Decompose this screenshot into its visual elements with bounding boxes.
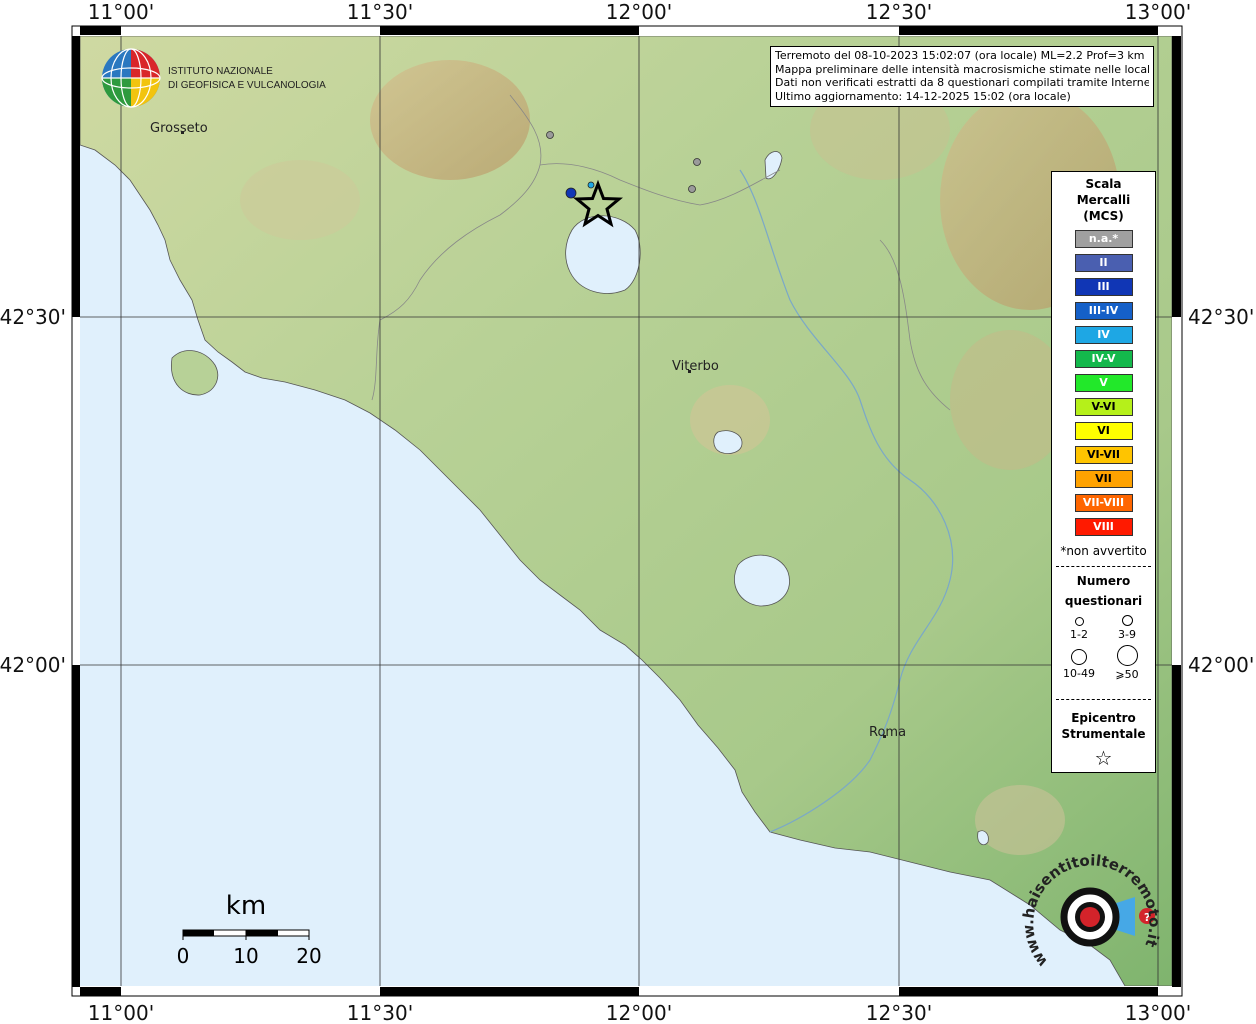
size-circle-icon <box>1121 615 1133 626</box>
institute-name-line1: ISTITUTO NAZIONALE <box>168 66 273 77</box>
intensity-swatch: VII <box>1074 470 1133 488</box>
questionnaires-title: Numero questionari <box>1052 571 1155 611</box>
info-line-3: Dati non verificati estratti da 8 questi… <box>775 76 1149 90</box>
lon-label-top-5: 13°00' <box>1125 0 1191 24</box>
lon-label-bottom-2: 11°30' <box>347 1001 413 1024</box>
intensity-swatch: VII-VIII <box>1074 494 1133 512</box>
scale-tick-0: 0 <box>177 944 190 968</box>
lat-label-right-2: 42°00' <box>1188 653 1254 677</box>
obs-point-blue-1 <box>565 187 577 199</box>
size-label: ⩾50 <box>1115 668 1139 681</box>
lon-label-top-1: 11°00' <box>88 0 154 24</box>
size-label: 3-9 <box>1118 628 1136 641</box>
lake-vico <box>713 430 743 454</box>
epicenter-title: Epicentro Strumentale <box>1052 710 1155 742</box>
intensity-swatch: VIII <box>1074 518 1133 536</box>
intensity-swatch: III-IV <box>1074 302 1133 320</box>
legend-divider-2 <box>1056 699 1151 700</box>
size-circle-icon <box>1071 649 1087 665</box>
intensity-swatch: VI-VII <box>1074 446 1133 464</box>
info-line-4: Ultimo aggiornamento: 14-12-2025 15:02 (… <box>775 89 1071 103</box>
lat-label-left-2: 42°00' <box>0 653 66 677</box>
intensity-swatch: V <box>1074 374 1133 392</box>
obs-point-gray-3 <box>688 185 696 193</box>
lake-albano <box>977 830 989 846</box>
size-key-1-2: 1-2 <box>1054 617 1104 641</box>
legend-panel: Scala Mercalli (MCS) n.a.* II III III-IV IV I… <box>1051 171 1156 773</box>
size-circle-icon <box>1116 645 1138 666</box>
intensity-swatch: n.a.* <box>1074 230 1133 248</box>
questionnaires-title-line2: questionari <box>1064 594 1143 608</box>
obs-point-gray-2 <box>693 158 701 166</box>
lon-label-top-3: 12°00' <box>606 0 672 24</box>
scale-tick-10: 10 <box>233 944 258 968</box>
legend-title-line3: (MCS) <box>1083 209 1124 223</box>
lon-label-bottom-1: 11°00' <box>88 1001 154 1024</box>
institute-name-line2: DI GEOFISICA E VULCANOLOGIA <box>168 80 326 91</box>
epicenter-title-line1: Epicentro <box>1071 711 1136 725</box>
lake-bracciano <box>734 554 790 607</box>
lon-label-bottom-4: 12°30' <box>866 1001 932 1024</box>
intensity-swatch: II <box>1074 254 1133 272</box>
size-key-10-49: 10-49 <box>1054 649 1104 680</box>
obs-point-blue-2 <box>587 181 595 189</box>
lon-label-top-4: 12°30' <box>866 0 932 24</box>
city-label-roma: Roma <box>869 725 906 740</box>
lon-label-top-2: 11°30' <box>347 0 413 24</box>
questionnaire-size-key: 1-2 3-9 10-49 ⩾50 <box>1052 611 1155 691</box>
legend-title-line2: Mercalli <box>1076 193 1131 207</box>
legend-title: Scala Mercalli (MCS) <box>1052 176 1155 224</box>
questionnaires-title-line1: Numero <box>1076 574 1131 588</box>
obs-point-gray-1 <box>546 131 554 139</box>
intensity-swatch: IV-V <box>1074 350 1133 368</box>
lon-label-bottom-3: 12°00' <box>606 1001 672 1024</box>
info-line-1: Terremoto del 08-10-2023 15:02:07 (ora l… <box>775 49 1145 62</box>
event-info-box: Terremoto del 08-10-2023 15:02:07 (ora l… <box>770 46 1154 107</box>
intensity-swatch: IV <box>1074 326 1133 344</box>
lat-label-left-1: 42°30' <box>0 305 66 329</box>
scale-tick-20: 20 <box>296 944 321 968</box>
map-area <box>80 36 1172 986</box>
city-label-grosseto: Grosseto <box>150 121 208 136</box>
lon-label-bottom-5: 13°00' <box>1125 1001 1191 1024</box>
city-label-viterbo: Viterbo <box>672 359 719 374</box>
size-label: 1-2 <box>1070 628 1088 641</box>
size-circle-icon <box>1074 617 1084 626</box>
legend-divider <box>1056 566 1151 567</box>
size-key-3-9: 3-9 <box>1102 615 1152 641</box>
intensity-swatch: VI <box>1074 422 1133 440</box>
intensity-swatches: n.a.* II III III-IV IV IV-V V V-VI VI VI-VII VII VI… <box>1052 230 1155 536</box>
epicenter-star-icon: ☆ <box>1094 746 1113 770</box>
size-key-50-plus: ⩾50 <box>1102 645 1152 681</box>
scale-bar-unit: km <box>226 891 266 921</box>
intensity-swatch: III <box>1074 278 1133 296</box>
legend-note: *non avvertito <box>1060 544 1147 558</box>
info-line-2: Mappa preliminare delle intensità macros… <box>775 62 1149 76</box>
intensity-swatch: V-VI <box>1074 398 1133 416</box>
epicenter-title-line2: Strumentale <box>1061 727 1146 741</box>
legend-title-line1: Scala <box>1085 177 1122 191</box>
size-label: 10-49 <box>1063 667 1095 680</box>
lat-label-right-1: 42°30' <box>1188 305 1254 329</box>
lake-bolsena <box>565 215 641 294</box>
